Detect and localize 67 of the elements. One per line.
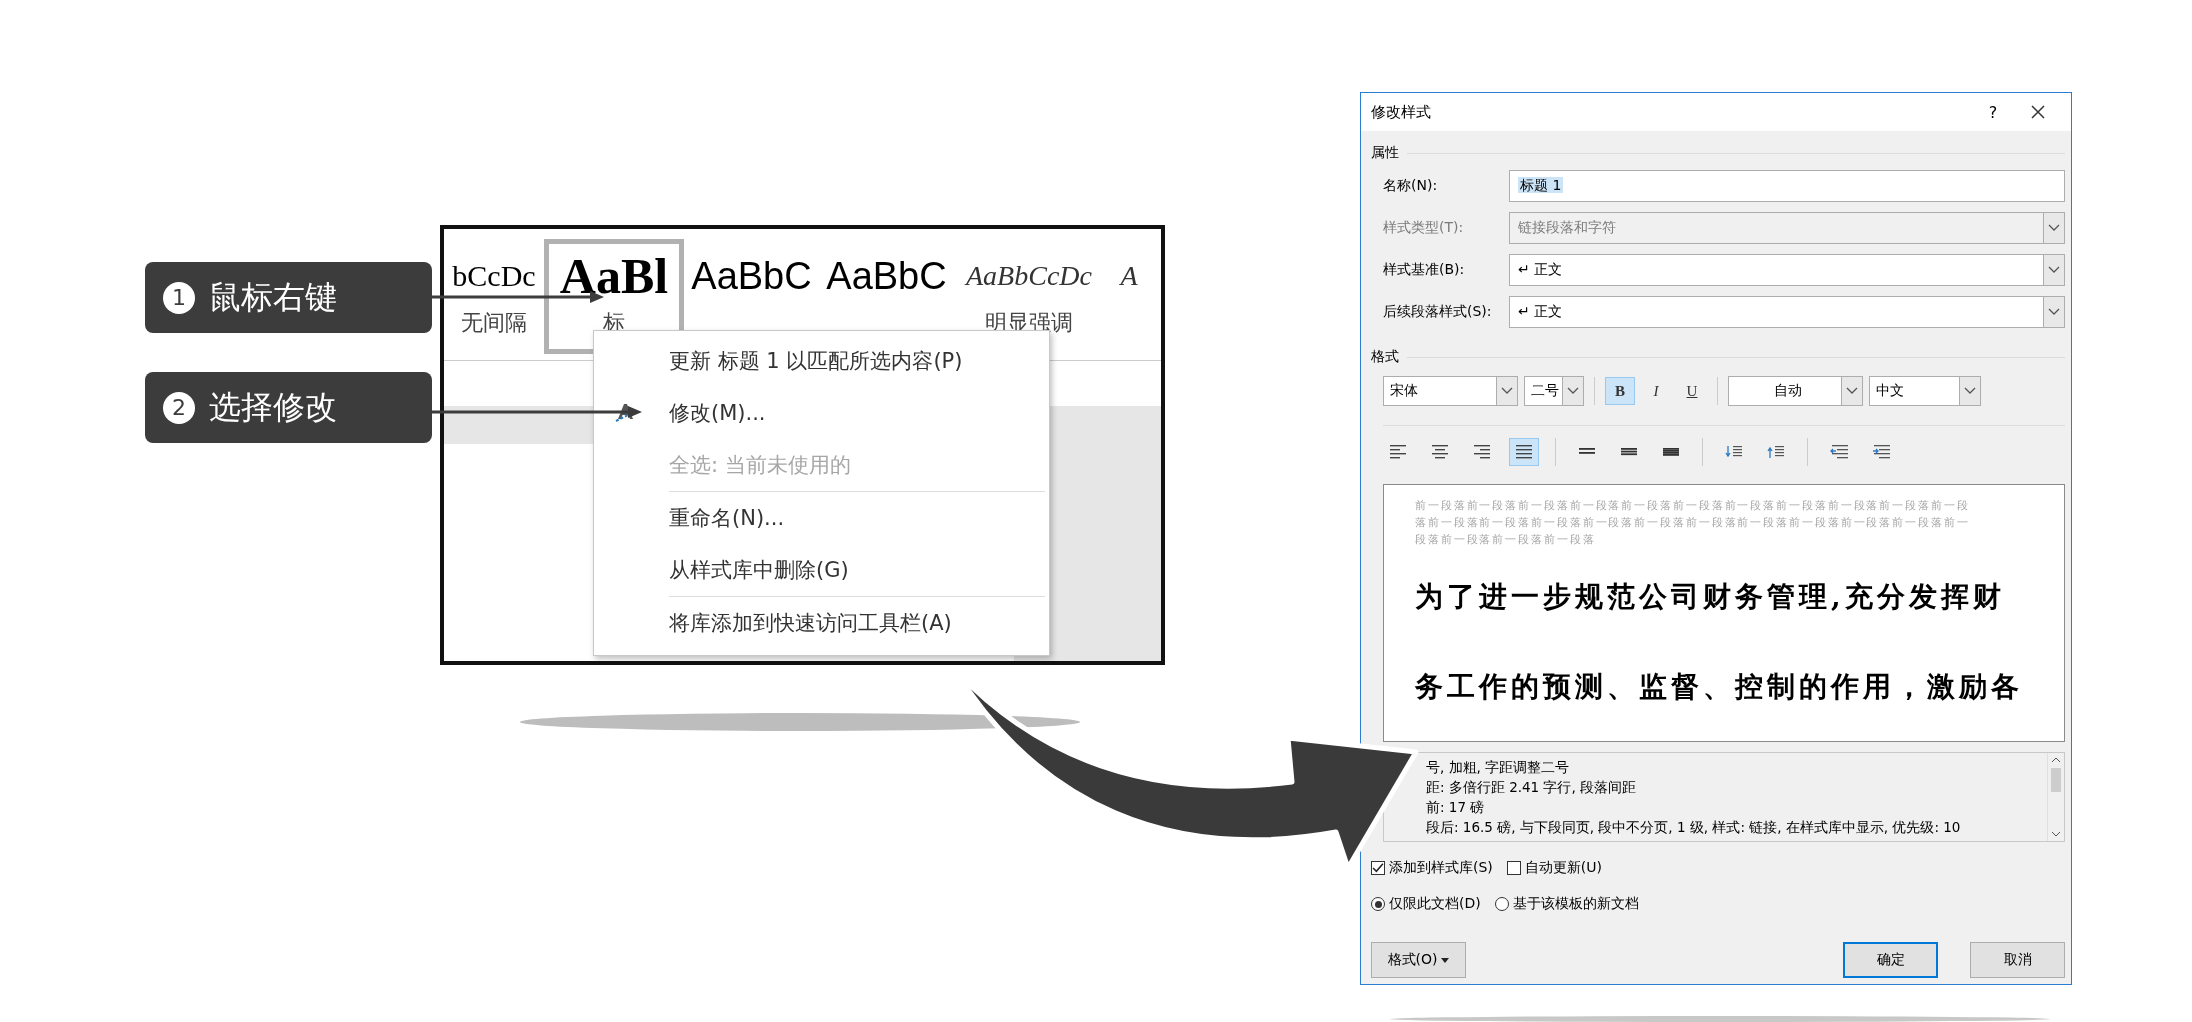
- underline-button[interactable]: U: [1677, 377, 1707, 405]
- radio-button[interactable]: [1494, 897, 1509, 911]
- step-number: 2: [163, 391, 195, 424]
- radio-option[interactable]: 仅限此文档(D): [1371, 895, 1481, 913]
- bold-button[interactable]: B: [1605, 377, 1635, 405]
- radio-option[interactable]: 基于该模板的新文档: [1494, 895, 1639, 913]
- callout-text: 鼠标右键: [209, 276, 337, 318]
- sample-text: 务工作的预测、监督、控制的作用，激励各: [1415, 669, 2024, 705]
- menu-item[interactable]: 重命名(N)...: [594, 492, 1049, 544]
- alignment-button[interactable]: [1509, 438, 1539, 466]
- script-select[interactable]: 中文: [1869, 376, 1981, 406]
- align-justify-icon: [1516, 445, 1532, 459]
- menu-item[interactable]: 从样式库中删除(G): [594, 544, 1049, 596]
- style-preview: AaBbC: [826, 254, 947, 299]
- checkbox[interactable]: [1506, 861, 1521, 875]
- checkbox-option[interactable]: 添加到样式库(S): [1371, 859, 1493, 877]
- checkbox[interactable]: [1371, 861, 1385, 875]
- font-select[interactable]: 宋体: [1383, 376, 1518, 406]
- style-preview: AaBbC: [691, 254, 812, 299]
- field-label: 名称(N):: [1383, 177, 1439, 195]
- align-center-icon: [1432, 445, 1448, 459]
- radio-button[interactable]: [1371, 897, 1385, 911]
- checkbox-option[interactable]: 自动更新(U): [1506, 859, 1602, 877]
- section-heading: 属性: [1371, 144, 1399, 162]
- scroll-down-icon: [2051, 830, 2061, 838]
- menu-item[interactable]: 将库添加到快速访问工具栏(A): [594, 597, 1049, 649]
- format-menu-button[interactable]: 格式(O): [1371, 942, 1466, 978]
- scrollbar[interactable]: [2047, 753, 2064, 841]
- style-preview: AaBl: [559, 247, 669, 306]
- style-preview: AaBbCcDc: [966, 259, 1092, 293]
- field-label: 后续段落样式(S):: [1383, 303, 1493, 321]
- dialog-title: 修改样式: [1371, 102, 1432, 122]
- color-select[interactable]: 自动: [1728, 376, 1863, 406]
- field-label: 样式基准(B):: [1383, 261, 1466, 279]
- scroll-up-icon: [2051, 756, 2061, 764]
- align-right-icon: [1474, 445, 1490, 459]
- callout-text: 选择修改: [209, 386, 337, 428]
- description-line: 距: 多倍行距 2.41 字行, 段落间距: [1426, 778, 1638, 797]
- style-preview: bCcDc: [452, 258, 536, 294]
- line-spacing-icon: [1663, 445, 1679, 459]
- name-input[interactable]: 标题 1: [1509, 170, 2065, 202]
- description-line: 号, 加粗, 字距调整二号: [1426, 758, 1571, 777]
- indent-icon: [1872, 445, 1890, 459]
- paragraph-spacing-icon: [1767, 444, 1785, 460]
- style-select[interactable]: ↵ 正文: [1509, 254, 2065, 286]
- description-line: 段后: 16.5 磅, 与下段同页, 段中不分页, 1 级, 样式: 链接, 在样式库中显示, 优先级: 10: [1426, 818, 1962, 837]
- style-select[interactable]: ↵ 正文: [1509, 296, 2065, 328]
- style-preview: A: [1120, 259, 1138, 293]
- style-gallery-item[interactable]: A: [1104, 239, 1154, 354]
- help-button[interactable]: ?: [1967, 102, 2019, 122]
- style-gallery-item[interactable]: bCcDc 无间隔: [444, 239, 544, 354]
- scroll-thumb[interactable]: [2051, 768, 2061, 792]
- indent-icon: [1830, 445, 1848, 459]
- description-line: 前: 17 磅: [1426, 798, 1486, 817]
- size-select[interactable]: 二号: [1524, 376, 1584, 406]
- ok-button[interactable]: 确定: [1843, 942, 1938, 978]
- previous-paragraph-text: 前一段落前一段落前一段落前一段落前一段落前一段落前一段落前一段落前一段落前一段落前一段落前一段落前一段落前一段落前一段落前一段落前一段落前一段落前一段落前一段落前一段落前一段落前一段落前一段落前一段落: [1415, 498, 1971, 548]
- align-left-icon: [1390, 445, 1406, 459]
- sample-text: 为了进一步规范公司财务管理,充分发挥财: [1415, 579, 2006, 615]
- field-label: 样式类型(T):: [1383, 219, 1465, 237]
- italic-button[interactable]: I: [1641, 377, 1671, 405]
- cancel-button[interactable]: 取消: [1970, 942, 2065, 978]
- caret-icon: [1441, 957, 1450, 963]
- section-heading: 格式: [1371, 348, 1399, 366]
- style-name: 无间隔: [461, 309, 527, 337]
- close-icon[interactable]: [2031, 105, 2045, 119]
- step-number: 1: [163, 281, 195, 314]
